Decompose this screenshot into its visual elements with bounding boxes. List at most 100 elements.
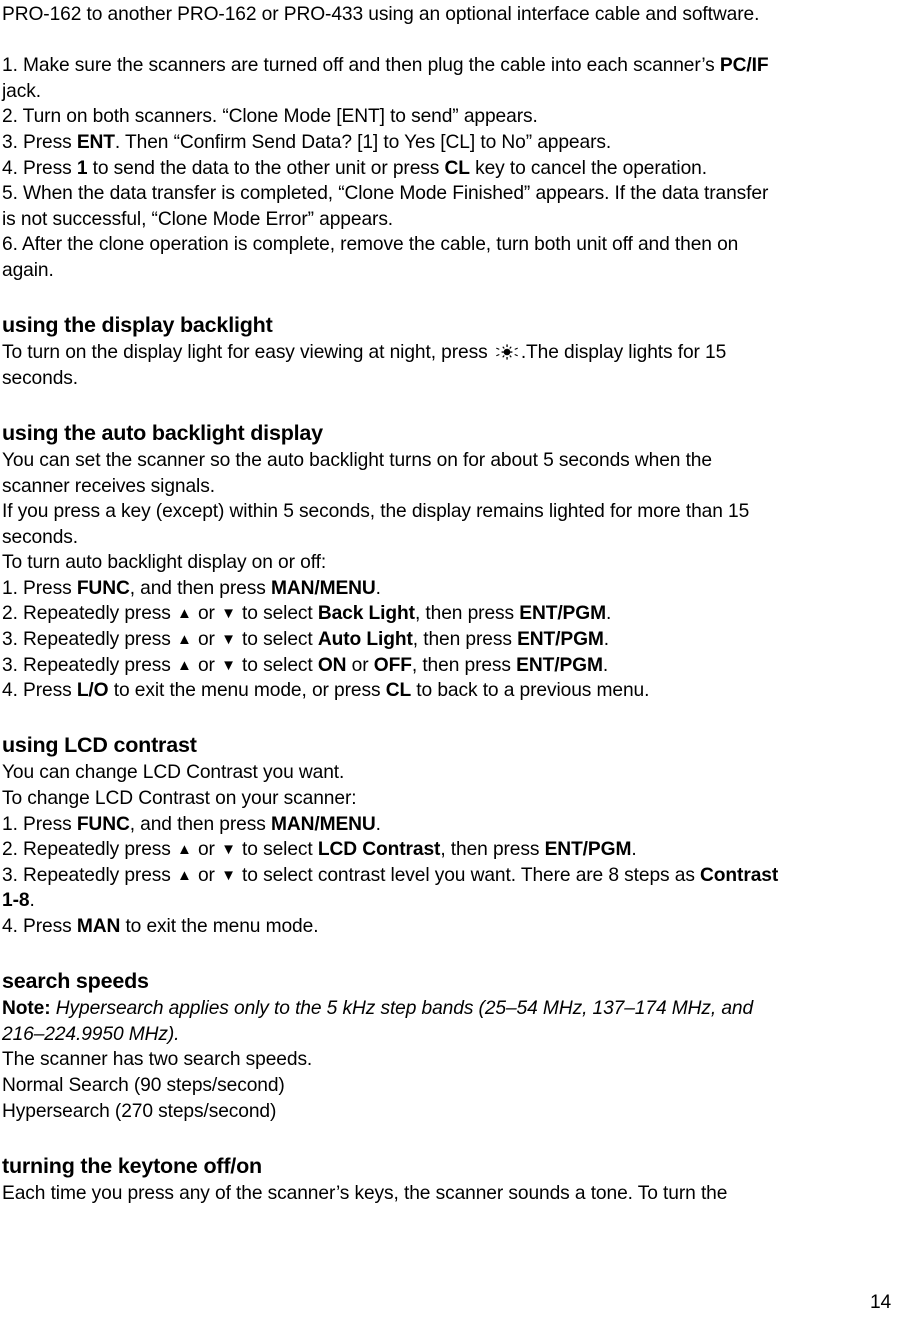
clone-step-4: 4. Press 1 to send the data to the other…	[2, 156, 899, 182]
clone-step-3: 3. Press ENT. Then “Confirm Send Data? […	[2, 130, 899, 156]
clone-step-3-keyword-ent: ENT	[76, 131, 115, 153]
lcd-contrast-step-3-text-a: 3. Repeatedly press	[2, 864, 176, 886]
triangle-up-icon: ▲	[177, 866, 192, 884]
auto-backlight-line-3: If you press a key (except) within 5 sec…	[2, 501, 750, 523]
clone-step-2: 2. Turn on both scanners. “Clone Mode [E…	[2, 106, 538, 128]
lcd-contrast-step-3-text-c: to select contrast level you want. There…	[236, 864, 701, 886]
search-speeds-hyper: Hypersearch (270 steps/second)	[2, 1100, 277, 1122]
search-speeds-note-label: Note:	[2, 998, 51, 1020]
clone-step-1: 1. Make sure the scanners are turned off…	[2, 53, 899, 79]
auto-backlight-step-1: 1. Press FUNC, and then press MAN/MENU.	[2, 576, 899, 602]
lcd-contrast-step-2: 2. Repeatedly press ▲ or ▼ to select LCD…	[2, 837, 899, 863]
display-backlight-body-cont: seconds.	[2, 367, 78, 389]
auto-backlight-step-1-text-c: .	[375, 577, 381, 599]
lcd-contrast-step-2-keyword-lcdcontrast: LCD Contrast	[317, 839, 441, 861]
lcd-contrast-step-2-text-b: or	[192, 839, 221, 861]
clone-step-6-cont: again.	[2, 259, 54, 281]
lcd-contrast-step-2-keyword-entpgm: ENT/PGM	[544, 839, 632, 861]
lcd-contrast-step-3-cont: 1-8.	[2, 888, 899, 914]
auto-backlight-step-4-text-b: to exit the menu mode, or press	[108, 680, 386, 702]
intro-paragraph: PRO-162 to another PRO-162 or PRO-433 us…	[2, 4, 760, 25]
auto-backlight-line-2: scanner receives signals.	[2, 475, 215, 497]
triangle-up-icon: ▲	[177, 631, 192, 649]
display-backlight-text-b: .The display lights for 15	[520, 342, 727, 364]
auto-backlight-step-3: 3. Repeatedly press ▲ or ▼ to select Aut…	[2, 627, 899, 653]
lcd-contrast-step-3-keyword-contrast: Contrast	[700, 864, 779, 886]
auto-backlight-step-3-text-e: .	[603, 629, 610, 651]
auto-backlight-step-3b-text-f: .	[602, 654, 609, 676]
section-heading-auto-backlight: using the auto backlight display	[2, 420, 323, 445]
auto-backlight-step-3b-text-b: or	[192, 654, 221, 676]
auto-backlight-step-4-keyword-cl: CL	[385, 680, 412, 702]
section-heading-keytone: turning the keytone off/on	[2, 1153, 262, 1178]
backlight-sun-icon	[494, 342, 520, 360]
clone-step-5-cont: is not successful, “Clone Mode Error” ap…	[2, 208, 394, 230]
lcd-contrast-step-1-text-a: 1. Press	[2, 813, 77, 835]
clone-step-5: 5. When the data transfer is completed, …	[2, 183, 769, 205]
clone-step-4-text-b: to send the data to the other unit or pr…	[87, 157, 445, 179]
lcd-contrast-step-4-text-a: 4. Press	[2, 916, 77, 937]
search-speeds-note-cont: 216–224.9950 MHz).	[2, 1023, 180, 1045]
lcd-contrast-step-1-keyword-func: FUNC	[76, 813, 130, 835]
auto-backlight-step-2-keyword-entpgm: ENT/PGM	[519, 603, 606, 625]
section-heading-search-speeds: search speeds	[2, 969, 149, 994]
lcd-contrast-step-2-text-d: , then press	[440, 839, 545, 861]
lcd-contrast-step-1: 1. Press FUNC, and then press MAN/MENU.	[2, 812, 899, 838]
auto-backlight-step-3-duplicate: 3. Repeatedly press ▲ or ▼ to select ON …	[2, 653, 899, 679]
lcd-contrast-step-2-text-a: 2. Repeatedly press	[2, 839, 176, 861]
auto-backlight-step-3-text-c: to select	[236, 629, 318, 651]
lcd-contrast-step-4-text-b: to exit the menu mode.	[120, 916, 319, 937]
section-heading-display-backlight: using the display backlight	[2, 313, 273, 338]
auto-backlight-line-1: You can set the scanner so the auto back…	[2, 449, 712, 471]
triangle-down-icon: ▼	[221, 605, 236, 623]
clone-step-3-text-a: 3. Press	[2, 131, 77, 153]
triangle-up-icon: ▲	[177, 656, 192, 674]
clone-step-3-text-b: . Then “Confirm Send Data? [1] to Yes [C…	[114, 131, 612, 153]
auto-backlight-step-2-text-a: 2. Repeatedly press	[2, 603, 176, 625]
auto-backlight-step-2-text-c: to select	[236, 603, 318, 625]
section-heading-lcd-contrast: using LCD contrast	[2, 733, 197, 758]
auto-backlight-step-1-keyword-manmenu: MAN/MENU	[270, 577, 376, 599]
auto-backlight-step-2-text-b: or	[192, 603, 221, 625]
clone-step-4-keyword-one: 1	[76, 157, 88, 179]
manual-page: PRO-162 to another PRO-162 or PRO-433 us…	[0, 0, 899, 1325]
triangle-down-icon: ▼	[221, 631, 236, 649]
lcd-contrast-step-3-text-b: or	[192, 864, 221, 886]
auto-backlight-step-1-text-a: 1. Press	[2, 577, 77, 599]
auto-backlight-line-4: seconds.	[2, 526, 78, 548]
auto-backlight-step-4-keyword-lo: L/O	[76, 680, 109, 702]
clone-step-4-keyword-cl: CL	[444, 157, 470, 179]
triangle-up-icon: ▲	[177, 841, 192, 859]
lcd-contrast-step-1-keyword-manmenu: MAN/MENU	[270, 813, 376, 835]
search-speeds-line-1: The scanner has two search speeds.	[2, 1049, 313, 1071]
search-speeds-normal: Normal Search (90 steps/second)	[2, 1074, 285, 1096]
auto-backlight-step-4-text-a: 4. Press	[2, 680, 77, 702]
auto-backlight-step-3-keyword-entpgm: ENT/PGM	[517, 629, 604, 651]
display-backlight-body: To turn on the display light for easy vi…	[2, 340, 899, 366]
lcd-contrast-step-3-text-d: .	[29, 890, 35, 912]
lcd-contrast-step-2-text-e: .	[631, 839, 637, 861]
auto-backlight-step-2-text-d: , then press	[414, 603, 520, 625]
clone-step-1-text-a: 1. Make sure the scanners are turned off…	[2, 55, 720, 77]
lcd-contrast-step-1-text-c: .	[375, 813, 381, 835]
search-speeds-note-text: Hypersearch applies only to the 5 kHz st…	[50, 998, 754, 1020]
auto-backlight-step-3b-text-c: to select	[236, 654, 318, 676]
display-backlight-text-a: To turn on the display light for easy vi…	[2, 342, 493, 364]
auto-backlight-line-5: To turn auto backlight display on or off…	[2, 552, 327, 574]
auto-backlight-step-3b-text-e: , then press	[411, 654, 517, 676]
clone-step-4-text-a: 4. Press	[2, 157, 77, 179]
auto-backlight-step-4: 4. Press L/O to exit the menu mode, or p…	[2, 678, 899, 704]
auto-backlight-step-3-text-b: or	[192, 629, 221, 651]
auto-backlight-step-3-text-d: , then press	[412, 629, 518, 651]
lcd-contrast-step-1-text-b: , and then press	[129, 813, 271, 835]
auto-backlight-step-3-text-a: 3. Repeatedly press	[2, 629, 176, 651]
triangle-down-icon: ▼	[221, 656, 236, 674]
triangle-down-icon: ▼	[221, 866, 236, 884]
lcd-contrast-step-4-keyword-man: MAN	[76, 916, 121, 937]
lcd-contrast-step-4: 4. Press MAN to exit the menu mode.	[2, 914, 899, 940]
page-number: 14	[870, 1292, 891, 1313]
